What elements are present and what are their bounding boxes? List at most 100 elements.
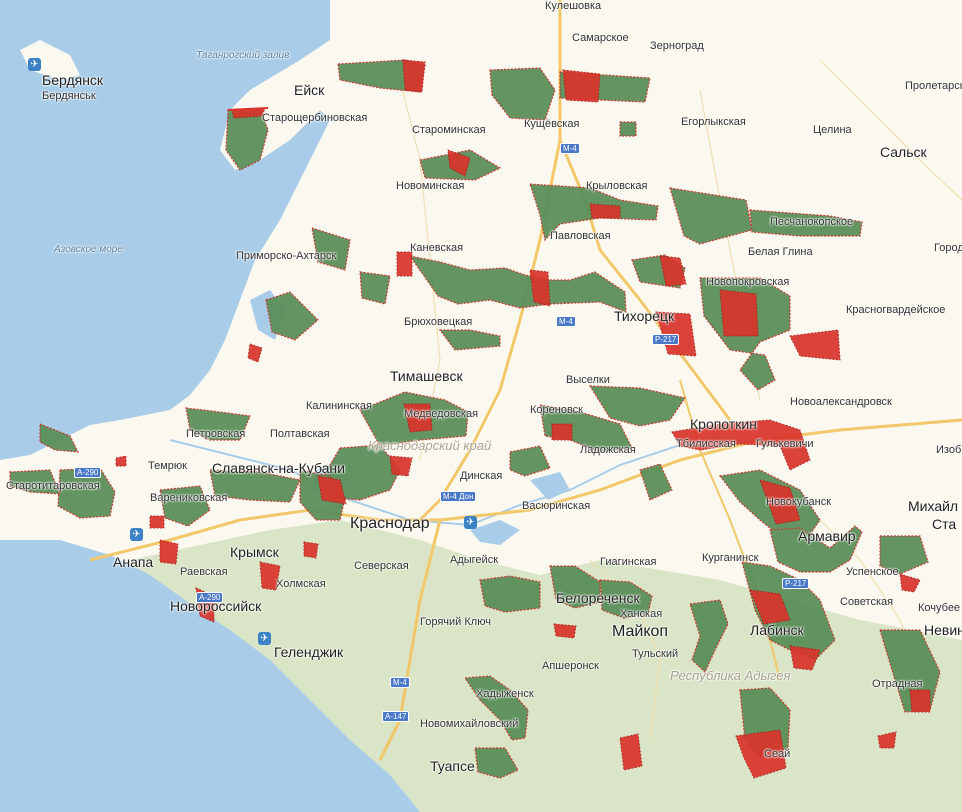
reservoir (470, 520, 520, 545)
place-label: Темрюк (148, 460, 187, 472)
city-label: Ейск (294, 82, 325, 98)
place-label: Старощербиновская (262, 112, 368, 124)
zone-polygon (553, 623, 577, 639)
place-label: Успенское (846, 566, 899, 578)
city-label: Армавир (798, 528, 856, 544)
zone-polygon (909, 689, 931, 713)
road-minor (699, 89, 761, 401)
city-label: Тихорецк (614, 308, 675, 324)
place-label: Новоминская (396, 180, 465, 192)
zone-polygon (551, 423, 573, 441)
place-label: Северская (354, 560, 409, 572)
zone-polygon (359, 271, 391, 305)
city-label: Крымск (230, 544, 279, 560)
zone-polygon (669, 187, 753, 245)
place-label: Апшеронск (542, 660, 599, 672)
city-label: Майкоп (612, 623, 669, 640)
place-label: Бердянськ (42, 90, 96, 102)
road-shield: P-217 (782, 578, 810, 589)
place-label: Егорлыкская (681, 116, 746, 128)
city-label: Белореченск (556, 590, 640, 606)
zone-polygon (149, 515, 165, 529)
airplane-icon[interactable]: ✈ (464, 516, 477, 529)
place-label: Курганинск (702, 552, 759, 564)
place-label: Ханская (620, 608, 663, 620)
place-label: Кочубее (918, 602, 961, 614)
zone-polygon (619, 121, 637, 137)
region-label: Республика Адыгея (670, 668, 791, 683)
city-label: Лабинск (750, 622, 804, 638)
airplane-icon[interactable]: ✈ (130, 528, 143, 541)
place-label: Гулькевичи (756, 438, 814, 450)
city-label: Анапа (113, 554, 154, 570)
road-shield: M-4 (390, 677, 410, 688)
city-label: Славянск-на-Кубани (212, 460, 345, 476)
place-label: Новомихайловский (420, 718, 519, 730)
region-label: Краснодарский край (368, 438, 492, 453)
place-label: Выселки (566, 374, 610, 386)
zone-polygon (899, 573, 921, 593)
zone-polygon (509, 445, 551, 477)
zone-polygon (438, 329, 501, 351)
place-label: Новоалександровск (790, 396, 892, 408)
city-label: Туапсе (430, 758, 475, 774)
road-shield: M-4 (560, 143, 580, 154)
map-view[interactable]: Кулешовка Самарское Зерноград Таганрогск… (0, 0, 962, 812)
road-shield: M-4 (556, 316, 576, 327)
road-shield: A-290 (74, 467, 102, 478)
zone-polygon (789, 329, 841, 361)
city-label: Ста (932, 516, 957, 532)
zone-polygon (311, 227, 351, 271)
zone-polygon (389, 455, 413, 477)
place-label: Самарское (572, 32, 629, 44)
place-label: Медведовская (404, 408, 479, 420)
place-label: Горячий Ключ (420, 616, 491, 628)
place-label: Кулешовка (545, 0, 602, 12)
road-shield: P-217 (652, 334, 680, 345)
place-label: Изоб (936, 444, 962, 456)
place-label: Песчанокопское (770, 216, 854, 228)
airplane-icon[interactable]: ✈ (28, 58, 41, 71)
city-label: Сальск (880, 144, 927, 160)
city-label: Михайл (908, 498, 959, 514)
place-label: Новокубанск (766, 496, 832, 508)
road-shield: M-4 Дон (440, 491, 477, 502)
place-label: Брюховецкая (404, 316, 473, 328)
zone-polygon (247, 343, 263, 363)
place-label: Приморско-Ахтарск (236, 250, 337, 262)
road-shield: A-290 (196, 592, 224, 603)
zone-polygon (562, 69, 601, 103)
zone-polygon (159, 539, 179, 565)
zone-polygon (303, 541, 319, 559)
place-label: Город (934, 242, 962, 254)
place-label: Кореновск (530, 404, 583, 416)
place-label: Динская (460, 470, 503, 482)
place-label: Хадыженск (476, 688, 534, 700)
zone-polygon (115, 455, 127, 467)
place-label: Целина (813, 124, 852, 136)
zone-polygon (589, 203, 621, 219)
city-label: Кропоткин (690, 416, 757, 432)
zone-polygon (396, 251, 413, 277)
place-label: Раевская (180, 566, 228, 578)
sea-label: Таганрогский залив (196, 50, 290, 61)
zone-polygon (408, 255, 627, 313)
city-label: Краснодар (350, 515, 430, 532)
airplane-icon[interactable]: ✈ (258, 632, 271, 645)
place-label: Полтавская (270, 428, 330, 440)
place-label: Тульский (632, 648, 679, 660)
place-label: Васюринская (522, 500, 591, 512)
place-label: Советская (840, 596, 894, 608)
place-label: Белая Глина (748, 246, 813, 258)
zone-polygon (479, 575, 541, 613)
place-label: Сеай (764, 748, 791, 760)
place-label: Кущёвская (524, 118, 580, 130)
zone-polygon (489, 67, 556, 121)
place-label: Отрадная (872, 678, 923, 690)
place-label: Новопокровская (706, 276, 790, 288)
place-label: Ладожская (580, 444, 636, 456)
zone-polygon (402, 59, 426, 93)
place-label: Петровская (186, 428, 246, 440)
city-label: Бердянск (42, 72, 104, 88)
road-shield: A-147 (382, 711, 410, 722)
